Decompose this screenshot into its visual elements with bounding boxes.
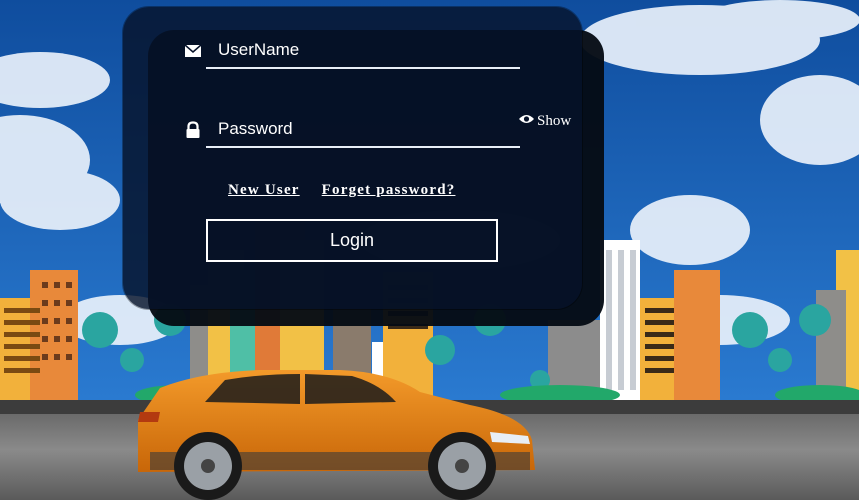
eye-icon [518,113,535,130]
password-field [186,112,520,148]
username-input[interactable] [216,35,520,65]
account-links: New User Forget password? [228,182,455,199]
password-input[interactable] [216,114,520,144]
rear-wheel [174,432,242,500]
show-label: Show [537,113,572,129]
login-button[interactable]: Login [206,219,498,262]
front-wheel [428,432,496,500]
envelope-icon [184,42,202,60]
username-field [184,33,520,69]
new-user-link[interactable]: New User [228,182,300,199]
forgot-password-link[interactable]: Forget password? [322,182,456,199]
show-password-toggle[interactable]: Show [518,113,571,130]
lock-icon [184,121,202,139]
